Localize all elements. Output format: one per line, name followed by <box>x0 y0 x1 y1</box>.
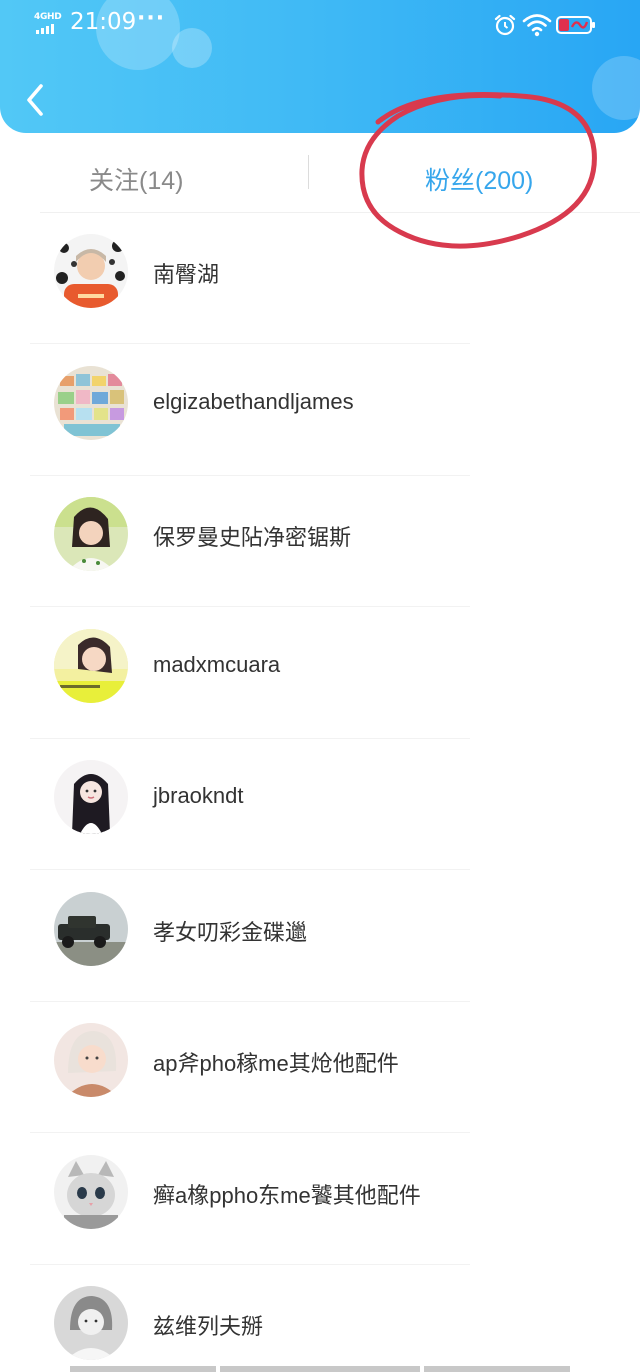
home-indicator <box>70 1366 570 1372</box>
list-item[interactable]: ap斧pho稼me其炝他配件 <box>0 1002 640 1134</box>
tab-fans[interactable]: 粉丝(200) <box>425 161 533 197</box>
fan-name[interactable]: 癣a橡ppho东me饕其他配件 <box>153 1178 421 1210</box>
fan-name[interactable]: 南臀湖 <box>153 257 219 289</box>
list-item[interactable]: elgizabethandljames <box>0 345 640 477</box>
list-item[interactable]: jbraokndt <box>0 739 640 871</box>
fan-name[interactable]: 保罗曼史阽净密锯斯 <box>153 520 351 552</box>
list-item[interactable]: 孝女叨彩金碟邋 <box>0 871 640 1003</box>
status-time: 21:09 <box>70 9 137 35</box>
avatar[interactable] <box>54 234 128 308</box>
fan-name[interactable]: 兹维列夫掰 <box>153 1309 263 1341</box>
avatar[interactable] <box>54 760 128 834</box>
avatar[interactable] <box>54 497 128 571</box>
avatar[interactable] <box>54 891 128 966</box>
fan-name[interactable]: jbraokndt <box>153 783 244 809</box>
avatar[interactable] <box>54 1023 128 1097</box>
app-header: 4GHD 21:09 ··· <box>0 0 640 133</box>
fan-name[interactable]: elgizabethandljames <box>153 389 354 415</box>
list-item[interactable]: madxmcuara <box>0 608 640 740</box>
avatar[interactable] <box>54 365 128 440</box>
decorative-bubble <box>592 56 640 120</box>
list-item[interactable]: 兹维列夫掰 <box>0 1265 640 1372</box>
tab-bar: 关注(14) 粉丝(200) <box>0 133 640 213</box>
battery-icon <box>556 16 595 34</box>
avatar[interactable] <box>54 1154 128 1229</box>
list-item[interactable]: 南臀湖 <box>0 213 640 345</box>
status-bar: 4GHD 21:09 ··· <box>0 0 640 52</box>
avatar[interactable] <box>54 628 128 703</box>
tab-divider <box>308 155 309 189</box>
list-item[interactable]: 癣a橡ppho东me饕其他配件 <box>0 1134 640 1266</box>
fan-name[interactable]: madxmcuara <box>153 652 280 678</box>
fan-name[interactable]: 孝女叨彩金碟邋 <box>153 915 307 947</box>
network-type: 4GHD <box>34 12 62 22</box>
wifi-icon <box>522 14 552 37</box>
chevron-left-icon[interactable] <box>20 80 50 120</box>
fan-name[interactable]: ap斧pho稼me其炝他配件 <box>153 1046 399 1078</box>
signal-icon: 4GHD <box>34 12 64 36</box>
fans-list: 南臀湖 elgizabethandljames 保罗曼史阽净密锯斯 madxmc… <box>0 213 640 1372</box>
alarm-icon <box>494 14 516 36</box>
avatar[interactable] <box>54 1286 128 1360</box>
list-item[interactable]: 保罗曼史阽净密锯斯 <box>0 476 640 608</box>
status-more-indicator: ··· <box>137 6 166 31</box>
tab-following[interactable]: 关注(14) <box>89 161 183 197</box>
